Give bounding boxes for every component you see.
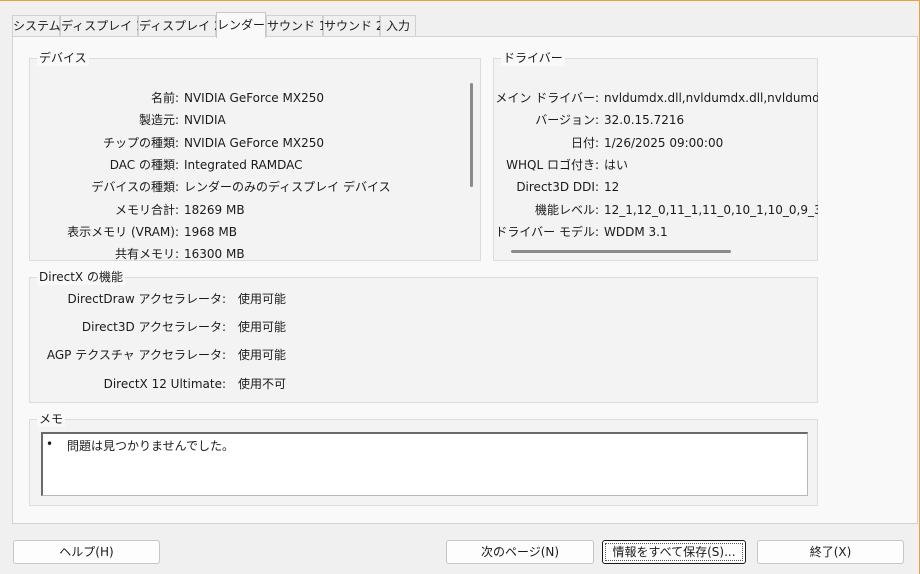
tab-render[interactable]: レンダー — [216, 12, 266, 38]
device-label: 共有メモリ: — [114, 247, 179, 261]
device-row-vram: 表示メモリ (VRAM): 1968 MB — [30, 223, 470, 241]
device-label: 名前: — [150, 91, 179, 105]
device-row-shared-memory: 共有メモリ: 16300 MB — [30, 245, 470, 263]
directx-group-title: DirectX の機能 — [37, 269, 125, 285]
driver-value: はい — [604, 158, 629, 172]
device-vertical-scrollbar[interactable] — [470, 83, 473, 187]
device-label: デバイスの種類: — [91, 180, 179, 194]
help-button[interactable]: ヘルプ(H) — [13, 540, 160, 564]
exit-button[interactable]: 終了(X) — [757, 540, 904, 564]
device-label: メモリ合計: — [114, 203, 179, 217]
device-row-total-memory: メモリ合計: 18269 MB — [30, 201, 470, 219]
driver-row-d3d-ddi: Direct3D DDI: 12 — [494, 178, 819, 196]
device-value: NVIDIA GeForce MX250 — [184, 136, 324, 150]
driver-label: メイン ドライバー: — [495, 91, 599, 105]
directx-label: DirectDraw アクセラレータ: — [67, 292, 226, 306]
driver-row-date: 日付: 1/26/2025 09:00:00 — [494, 134, 819, 152]
driver-group: ドライバー メイン ドライバー: nvldumdx.dll,nvldumdx.d… — [493, 50, 819, 261]
save-all-info-button[interactable]: 情報をすべて保存(S)... — [602, 540, 746, 564]
driver-label: WHQL ロゴ付き: — [506, 158, 599, 172]
device-value: 16300 MB — [184, 247, 245, 261]
device-row-chip-type: チップの種類: NVIDIA GeForce MX250 — [30, 134, 470, 152]
driver-row-whql: WHQL ロゴ付き: はい — [494, 156, 819, 174]
device-value: 18269 MB — [184, 203, 245, 217]
driver-horizontal-scrollbar[interactable] — [511, 250, 731, 253]
directx-label: Direct3D アクセラレータ: — [81, 320, 226, 334]
directx-row-direct3d: Direct3D アクセラレータ: 使用可能 — [30, 318, 810, 336]
device-value: NVIDIA GeForce MX250 — [184, 91, 324, 105]
driver-value: 12_1,12_0,11_1,11_0,10_1,10_0,9_3,9_2,9_… — [604, 203, 818, 217]
device-row-device-type: デバイスの種類: レンダーのみのディスプレイ デバイス — [30, 178, 470, 196]
directx-features-group: DirectX の機能 DirectDraw アクセラレータ: 使用可能 Dir… — [29, 269, 818, 403]
driver-value: WDDM 3.1 — [604, 225, 668, 239]
tab-sound-1[interactable]: サウンド 1 — [266, 15, 326, 37]
bullet-icon: • — [46, 437, 54, 451]
tab-display-2[interactable]: ディスプレイ 2 — [138, 15, 222, 37]
next-page-button[interactable]: 次のページ(N) — [446, 540, 594, 564]
device-label: DAC の種類: — [109, 158, 179, 172]
device-row-dac-type: DAC の種類: Integrated RAMDAC — [30, 156, 470, 174]
driver-group-title: ドライバー — [501, 50, 565, 66]
driver-value: 12 — [604, 180, 620, 194]
notes-textbox[interactable]: • 問題は見つかりませんでした。 — [41, 432, 808, 496]
driver-value: nvldumdx.dll,nvldumdx.dll,nvldumdx.dll — [604, 91, 818, 105]
driver-value: 1/26/2025 09:00:00 — [604, 136, 724, 150]
notes-group-title: メモ — [37, 411, 66, 427]
device-label: 製造元: — [138, 113, 179, 127]
driver-label: バージョン: — [535, 113, 599, 127]
device-value: レンダーのみのディスプレイ デバイス — [184, 180, 391, 194]
directx-value: 使用可能 — [238, 348, 287, 362]
device-label: チップの種類: — [102, 136, 179, 150]
driver-label: 機能レベル: — [534, 203, 599, 217]
device-value: NVIDIA — [184, 113, 226, 127]
device-group: デバイス 名前: NVIDIA GeForce MX250 製造元: NVIDI… — [29, 50, 481, 263]
directx-value: 使用可能 — [238, 320, 287, 334]
device-group-title: デバイス — [37, 50, 89, 66]
directx-label: DirectX 12 Ultimate: — [103, 377, 226, 391]
driver-row-feature-levels: 機能レベル: 12_1,12_0,11_1,11_0,10_1,10_0,9_3… — [494, 201, 819, 219]
tab-system[interactable]: システム — [12, 15, 61, 37]
tab-display-1[interactable]: ディスプレイ 1 — [60, 15, 144, 37]
directx-label: AGP テクスチャ アクセラレータ: — [46, 348, 226, 362]
directx-row-agp: AGP テクスチャ アクセラレータ: 使用可能 — [30, 346, 810, 364]
notes-group: メモ • 問題は見つかりませんでした。 — [29, 411, 818, 506]
driver-label: 日付: — [570, 136, 599, 150]
directx-value: 使用不可 — [238, 377, 287, 391]
device-value: 1968 MB — [184, 225, 237, 239]
directx-row-dx12-ultimate: DirectX 12 Ultimate: 使用不可 — [30, 375, 810, 393]
device-value: Integrated RAMDAC — [184, 158, 303, 172]
device-row-name: 名前: NVIDIA GeForce MX250 — [30, 89, 470, 107]
directx-value: 使用可能 — [238, 292, 287, 306]
driver-label: ドライバー モデル: — [495, 225, 599, 239]
driver-row-main-driver: メイン ドライバー: nvldumdx.dll,nvldumdx.dll,nvl… — [494, 89, 819, 107]
driver-row-version: バージョン: 32.0.15.7216 — [494, 111, 819, 129]
driver-label: Direct3D DDI: — [516, 180, 599, 194]
notes-item: 問題は見つかりませんでした。 — [67, 439, 235, 453]
driver-row-driver-model: ドライバー モデル: WDDM 3.1 — [494, 223, 819, 241]
tab-sound-2[interactable]: サウンド 2 — [323, 15, 383, 37]
directx-row-directdraw: DirectDraw アクセラレータ: 使用可能 — [30, 290, 810, 308]
device-label: 表示メモリ (VRAM): — [67, 225, 179, 239]
tab-panel-render: デバイス 名前: NVIDIA GeForce MX250 製造元: NVIDI… — [12, 36, 918, 524]
tab-input[interactable]: 入力 — [380, 15, 416, 37]
driver-value: 32.0.15.7216 — [604, 113, 685, 127]
device-row-manufacturer: 製造元: NVIDIA — [30, 111, 470, 129]
